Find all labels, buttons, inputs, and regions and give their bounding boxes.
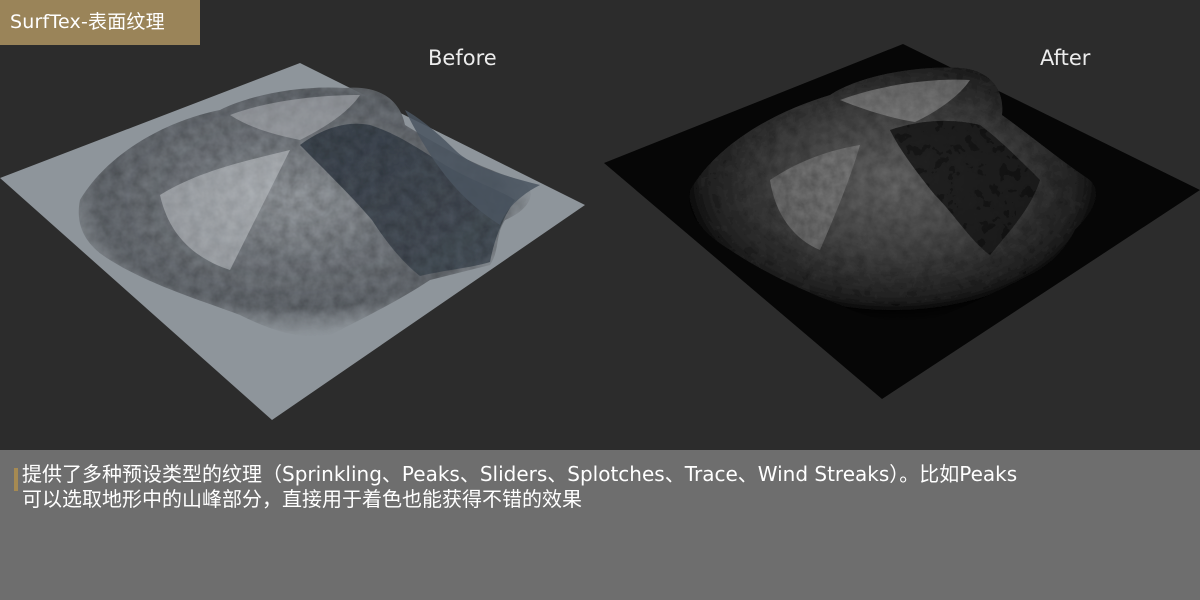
after-terrain: [604, 44, 1200, 399]
preview-stage: SurfTex-表面纹理 Before After: [0, 0, 1200, 450]
caption-line-2: 可以选取地形中的山峰部分，直接用于着色也能获得不错的效果: [22, 487, 582, 511]
caption-area: 提供了多种预设类型的纹理（Sprinkling、Peaks、Sliders、Sp…: [0, 450, 1200, 600]
before-label: Before: [428, 46, 497, 70]
terrain-render-comparison: [0, 44, 1200, 420]
after-label: After: [1040, 46, 1091, 70]
caption-text: 提供了多种预设类型的纹理（Sprinkling、Peaks、Sliders、Sp…: [22, 462, 1182, 512]
caption-accent-bar: [14, 468, 18, 491]
caption-line-1: 提供了多种预设类型的纹理（Sprinkling、Peaks、Sliders、Sp…: [22, 462, 1018, 486]
before-terrain: [0, 63, 585, 420]
title-badge: SurfTex-表面纹理: [0, 0, 200, 45]
